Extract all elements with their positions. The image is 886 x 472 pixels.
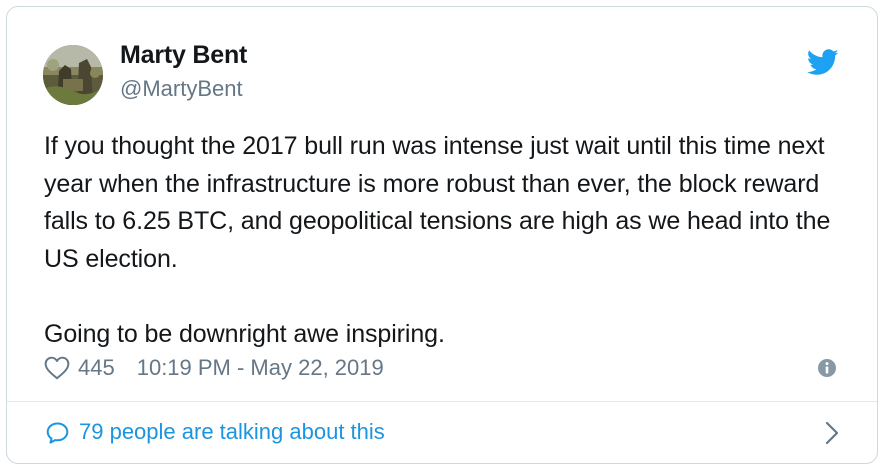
timestamp[interactable]: 10:19 PM - May 22, 2019 <box>137 355 384 381</box>
twitter-bird-icon[interactable] <box>807 49 839 76</box>
comment-icon <box>46 422 69 444</box>
tweet-text: If you thought the 2017 bull run was int… <box>44 132 831 348</box>
talking-about-link[interactable]: 79 people are talking about this <box>7 402 877 463</box>
author-handle[interactable]: @MartyBent <box>120 76 243 102</box>
tweet-body: Marty Bent @MartyBent If you thought the… <box>7 7 877 399</box>
avatar[interactable] <box>43 45 103 105</box>
info-icon[interactable] <box>817 358 837 378</box>
avatar-image <box>43 45 103 105</box>
author-name[interactable]: Marty Bent <box>120 41 247 70</box>
chevron-right-icon[interactable] <box>825 421 839 445</box>
heart-icon[interactable] <box>44 356 70 380</box>
tweet-card: Marty Bent @MartyBent If you thought the… <box>6 6 878 464</box>
tweet-meta: 445 10:19 PM - May 22, 2019 <box>44 353 384 383</box>
like-count[interactable]: 445 <box>78 355 115 381</box>
talking-about-text[interactable]: 79 people are talking about this <box>79 419 385 445</box>
